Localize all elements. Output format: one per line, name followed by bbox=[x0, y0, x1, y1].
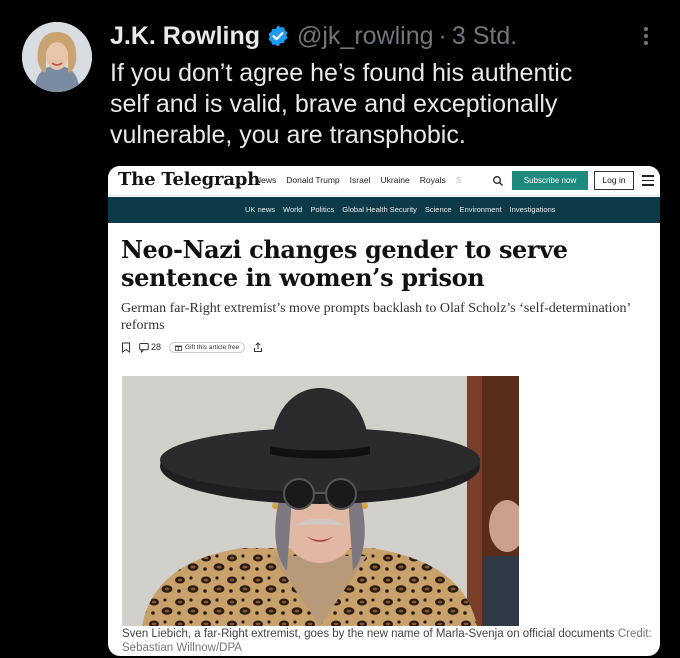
article-photo bbox=[122, 376, 519, 626]
subnav-item: Investigations bbox=[509, 205, 556, 214]
comments: 28 bbox=[139, 342, 161, 353]
avatar[interactable] bbox=[22, 22, 92, 92]
nav-item: Royals bbox=[419, 175, 446, 185]
telegraph-header: The Telegraph News Donald Trump Israel U… bbox=[108, 166, 660, 196]
article-screenshot-card[interactable]: The Telegraph News Donald Trump Israel U… bbox=[108, 166, 660, 656]
nav-item: Donald Trump bbox=[286, 175, 340, 185]
subnav-item: Science bbox=[424, 205, 452, 214]
comment-icon bbox=[139, 342, 149, 353]
article-headline: Neo-Nazi changes gender to serve sentenc… bbox=[121, 235, 568, 292]
comment-count: 28 bbox=[151, 342, 162, 352]
nav-item: Ukraine bbox=[380, 175, 410, 185]
nav-item: News bbox=[255, 175, 277, 185]
nav-item: Israel bbox=[349, 175, 371, 185]
share-icon bbox=[253, 341, 263, 353]
hamburger-menu-icon bbox=[642, 175, 654, 186]
display-name[interactable]: J.K. Rowling bbox=[110, 22, 260, 51]
more-options-icon[interactable] bbox=[634, 24, 658, 52]
subnav-item: World bbox=[283, 205, 303, 214]
tweet: J.K. Rowling @jk_rowling · 3 Std. If you… bbox=[0, 0, 680, 658]
article-standfirst: German far-Right extremist’s move prompt… bbox=[121, 301, 631, 333]
tweet-text: If you don’t agree he’s found his authen… bbox=[110, 59, 573, 149]
timestamp[interactable]: 3 Std. bbox=[452, 22, 517, 51]
telegraph-subnav-bar: UK news World Politics Global Health Sec… bbox=[108, 197, 660, 223]
avatar-image bbox=[22, 22, 92, 92]
photo-caption: Sven Liebich, a far-Right extremist, goe… bbox=[122, 627, 652, 655]
article-actions: 28 Gift this article free bbox=[121, 340, 263, 354]
handle[interactable]: @jk_rowling bbox=[297, 22, 434, 51]
login-button: Log in bbox=[594, 171, 634, 190]
gift-icon bbox=[175, 345, 182, 351]
caption-text: Sven Liebich, a far-Right extremist, goe… bbox=[122, 628, 615, 640]
bookmark-icon bbox=[121, 342, 131, 353]
subnav-item: Global Health Security bbox=[342, 205, 417, 214]
nav-item: S bbox=[455, 175, 462, 185]
telegraph-subnav: UK news World Politics Global Health Sec… bbox=[245, 205, 556, 214]
gift-article-button: Gift this article free bbox=[169, 341, 246, 353]
separator-dot: · bbox=[438, 21, 447, 50]
subscribe-button: Subscribe now bbox=[512, 171, 588, 190]
telegraph-nav: News Donald Trump Israel Ukraine Royals … bbox=[255, 175, 461, 185]
subnav-item: UK news bbox=[245, 205, 276, 214]
gift-label: Gift this article free bbox=[185, 343, 240, 351]
subnav-item: Politics bbox=[310, 205, 335, 214]
search-icon bbox=[492, 174, 504, 186]
tweet-header: J.K. Rowling @jk_rowling · 3 Std. bbox=[110, 20, 517, 52]
telegraph-logo: The Telegraph bbox=[118, 169, 261, 190]
subnav-item: Environment bbox=[459, 205, 502, 214]
verified-badge-icon bbox=[266, 24, 290, 48]
photo-image bbox=[122, 376, 519, 626]
